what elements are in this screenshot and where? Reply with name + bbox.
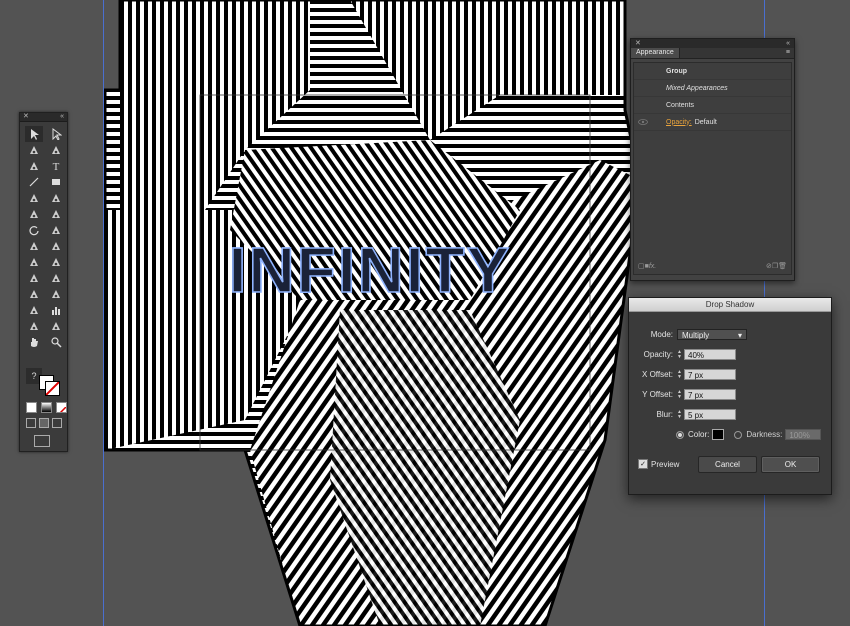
mode-select-value: Multiply xyxy=(682,331,710,340)
color-button-icon[interactable] xyxy=(26,402,37,413)
opacity-input[interactable]: 40% xyxy=(684,349,736,360)
line-tool-icon[interactable] xyxy=(25,174,43,190)
draw-inside-icon[interactable] xyxy=(52,418,62,428)
perspective-grid-tool-icon[interactable] xyxy=(47,254,65,270)
infinity-title-text[interactable]: INFINITY xyxy=(228,233,512,307)
blend-tool-icon[interactable] xyxy=(47,286,65,302)
close-icon[interactable]: ✕ xyxy=(23,113,29,121)
appearance-panel-titlebar[interactable]: ✕ « xyxy=(631,39,794,48)
add-new-stroke-icon[interactable]: ▢ xyxy=(638,262,645,270)
delete-item-icon[interactable]: 🗑 xyxy=(778,262,787,270)
vertical-guide-left xyxy=(103,0,104,626)
mode-label: Mode: xyxy=(650,330,673,339)
none-button-icon[interactable] xyxy=(56,402,67,413)
column-graph-tool-icon[interactable] xyxy=(47,302,65,318)
rectangle-tool-icon[interactable] xyxy=(47,174,65,190)
tool-grid: T xyxy=(20,122,67,350)
symbol-sprayer-tool-icon[interactable] xyxy=(25,302,43,318)
y-offset-input[interactable]: 7 px xyxy=(684,389,736,400)
ok-button[interactable]: OK xyxy=(761,456,820,473)
appearance-row-label: Contents xyxy=(666,101,695,109)
svg-text:T: T xyxy=(53,161,60,172)
appearance-row-opacity[interactable]: Opacity: Default xyxy=(634,114,791,131)
blur-label: Blur: xyxy=(656,410,673,419)
slice-tool-icon[interactable] xyxy=(47,318,65,334)
darkness-input[interactable]: 100% xyxy=(785,429,822,440)
direct-selection-tool-icon[interactable] xyxy=(47,126,65,142)
rotate-tool-icon[interactable] xyxy=(25,222,43,238)
color-mode-buttons[interactable] xyxy=(26,402,67,413)
lasso-tool-icon[interactable] xyxy=(47,142,65,158)
mesh-tool-icon[interactable] xyxy=(25,270,43,286)
add-new-effect-button[interactable]: fx. xyxy=(649,263,656,270)
gradient-button-icon[interactable] xyxy=(41,402,52,413)
magic-wand-tool-icon[interactable] xyxy=(25,142,43,158)
chevron-down-icon: ▾ xyxy=(737,331,742,340)
appearance-row-contents[interactable]: Contents xyxy=(634,97,791,114)
eyedropper-tool-icon[interactable] xyxy=(25,286,43,302)
fill-stroke-swatch[interactable] xyxy=(39,375,60,396)
appearance-row-mixed[interactable]: Mixed Appearances xyxy=(634,80,791,97)
y-offset-label: Y Offset: xyxy=(642,390,673,399)
paintbrush-tool-icon[interactable] xyxy=(25,190,43,206)
shape-builder-tool-icon[interactable] xyxy=(25,254,43,270)
dialog-title: Drop Shadow xyxy=(629,298,831,312)
preview-checkbox[interactable]: ✓ xyxy=(638,459,648,469)
color-radio[interactable] xyxy=(676,430,684,439)
opacity-value: Default xyxy=(694,118,717,126)
pencil-tool-icon[interactable] xyxy=(47,190,65,206)
panel-menu-icon[interactable]: ≡ xyxy=(786,48,794,58)
preview-label: Preview xyxy=(651,459,680,469)
appearance-panel[interactable]: ✕ « Appearance ≡ Group Mixed Appearances … xyxy=(630,38,795,281)
x-offset-input[interactable]: 7 px xyxy=(684,369,736,380)
darkness-radio[interactable] xyxy=(734,430,743,439)
appearance-row-group[interactable]: Group xyxy=(634,63,791,80)
blur-stepper-icon[interactable]: ▲ ▼ xyxy=(677,409,682,420)
appearance-footer: ▢ ■ fx. ⊘ ❐ 🗑 xyxy=(638,261,787,271)
appearance-list[interactable]: Group Mixed Appearances Contents Opacity… xyxy=(633,62,792,275)
color-label: Color: xyxy=(688,430,710,439)
gradient-tool-icon[interactable] xyxy=(47,270,65,286)
color-swatch[interactable] xyxy=(712,429,725,440)
appearance-row-label: Group xyxy=(666,67,687,75)
striped-shape[interactable] xyxy=(103,0,642,626)
mode-select[interactable]: Multiply ▾ xyxy=(677,329,747,340)
draw-normal-icon[interactable] xyxy=(26,418,36,428)
collapse-icon[interactable]: « xyxy=(786,39,790,48)
stroke-swatch[interactable] xyxy=(45,381,60,396)
blob-brush-tool-icon[interactable] xyxy=(25,206,43,222)
tab-appearance[interactable]: Appearance xyxy=(631,48,680,58)
tools-panel-titlebar[interactable]: ✕ « xyxy=(20,113,67,122)
x-offset-stepper-icon[interactable]: ▲ ▼ xyxy=(677,369,682,380)
opacity-link[interactable]: Opacity: xyxy=(652,119,692,126)
close-icon[interactable]: ✕ xyxy=(635,39,641,48)
pen-tool-icon[interactable] xyxy=(25,158,43,174)
screen-mode-icon[interactable] xyxy=(34,435,50,447)
width-tool-icon[interactable] xyxy=(25,238,43,254)
opacity-label: Opacity: xyxy=(643,350,673,359)
eraser-tool-icon[interactable] xyxy=(47,206,65,222)
artboard-tool-icon[interactable] xyxy=(25,318,43,334)
cancel-button[interactable]: Cancel xyxy=(698,456,757,473)
y-offset-stepper-icon[interactable]: ▲ ▼ xyxy=(677,389,682,400)
zoom-tool-icon[interactable] xyxy=(47,334,65,350)
draw-mode-buttons[interactable] xyxy=(26,418,62,428)
tools-panel[interactable]: ✕ « T ? xyxy=(19,112,68,452)
blur-input[interactable]: 5 px xyxy=(684,409,736,420)
hand-tool-icon[interactable] xyxy=(25,334,43,350)
visibility-eye-icon[interactable] xyxy=(634,114,652,130)
appearance-row-label: Mixed Appearances xyxy=(666,84,728,92)
darkness-label: Darkness: xyxy=(746,430,783,439)
x-offset-label: X Offset: xyxy=(642,370,673,379)
draw-behind-icon[interactable] xyxy=(39,418,49,428)
scale-tool-icon[interactable] xyxy=(47,222,65,238)
drop-shadow-dialog[interactable]: Drop Shadow Mode: Multiply ▾ Opacity: ▲ ▼… xyxy=(628,297,832,495)
free-transform-tool-icon[interactable] xyxy=(47,238,65,254)
opacity-stepper-icon[interactable]: ▲ ▼ xyxy=(677,349,682,360)
type-tool-icon[interactable]: T xyxy=(47,158,65,174)
collapse-icon[interactable]: « xyxy=(60,113,64,121)
selection-tool-icon[interactable] xyxy=(25,126,43,142)
